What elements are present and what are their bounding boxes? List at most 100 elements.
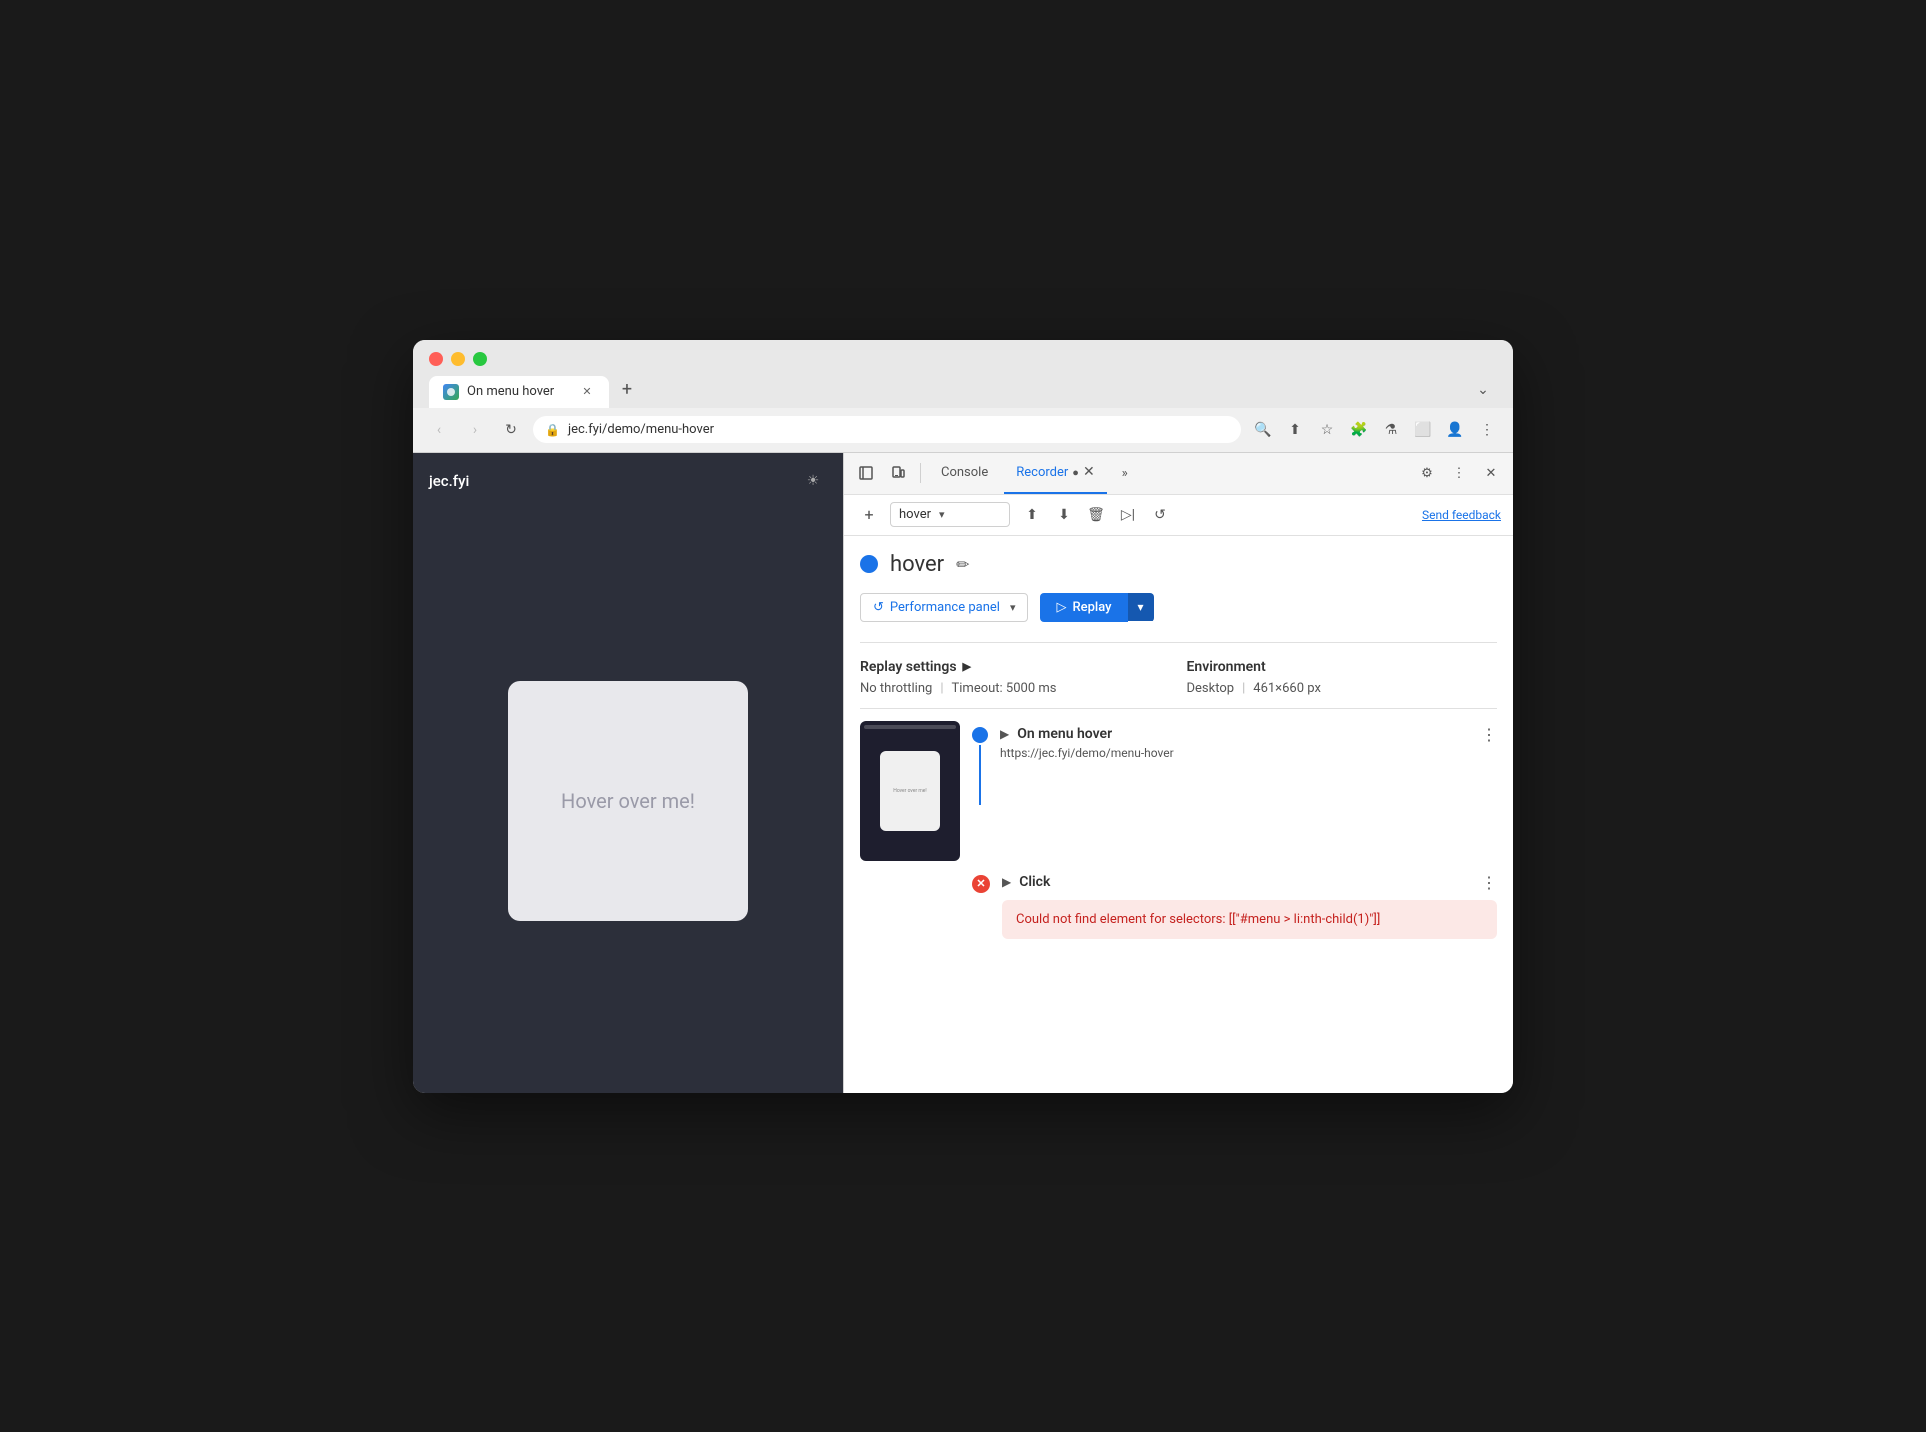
new-tab-button[interactable]: + [613,376,641,404]
share-icon[interactable]: ⬆ [1281,416,1309,444]
page-logo: jec.fyi [429,472,469,490]
thumbnail-text: Hover over me! [893,788,926,794]
perf-panel-icon: ↺ [873,600,884,615]
recorder-tab-icon: ● [1072,466,1079,479]
edit-recording-button[interactable]: ✏ [956,555,969,574]
recording-selector[interactable]: hover ▾ [890,502,1010,527]
performance-panel-button[interactable]: ↺ Performance panel ▾ [860,593,1028,622]
replay-icon: ↺ [1154,507,1166,523]
selector-chevron-icon: ▾ [939,508,945,521]
replay-chevron-button[interactable]: ▾ [1128,593,1154,621]
theme-toggle-button[interactable]: ☀ [799,467,827,495]
import-recording-button[interactable]: ⬇ [1050,501,1078,529]
thumbnail-bar [864,725,956,729]
devtools-device-button[interactable] [884,459,912,487]
refresh-button[interactable]: ↻ [497,416,525,444]
tab-favicon [443,384,459,400]
forward-button[interactable]: › [461,416,489,444]
devtools-settings-button[interactable]: ⚙ [1413,459,1441,487]
step-2-name: Click [1019,874,1050,890]
console-tab-label: Console [941,465,988,480]
step-1-more-button[interactable]: ⋮ [1481,725,1497,744]
settings-section: Replay settings ▶ No throttling | Timeou… [860,642,1497,696]
settings-icon: ⚙ [1421,466,1433,481]
step-1-title-row: ▶ On menu hover ⋮ [1000,725,1497,744]
settings-arrow-icon: ▶ [963,660,971,673]
add-recording-button[interactable]: + [856,502,882,528]
bookmark-icon[interactable]: ☆ [1313,416,1341,444]
delete-icon: 🗑 [1087,507,1105,523]
step-1-dot [972,727,988,743]
step-2-error-dot: ✕ [972,875,990,893]
more-icon: ⋮ [1453,466,1466,481]
step-1-row: Hover over me! ▶ On menu hover ⋮ [860,721,1497,861]
tab-console[interactable]: Console [929,452,1000,494]
close-button[interactable] [429,352,443,366]
address-bar: ‹ › ↻ 🔒 jec.fyi/demo/menu-hover 🔍 ⬆ ☆ 🧩 … [413,408,1513,453]
url-bar[interactable]: 🔒 jec.fyi/demo/menu-hover [533,416,1241,443]
toolbar-divider [920,463,921,483]
settings-separator: | [940,681,943,696]
error-message: Could not find element for selectors: [[… [1002,900,1497,940]
step-2-row: ✕ ▶ Click ⋮ Could not find element for s… [972,869,1497,940]
throttling-label: No throttling [860,681,932,696]
replay-main-button[interactable]: ▷ Replay [1040,593,1127,622]
step-1-expand-button[interactable]: ▶ [1000,727,1009,741]
env-separator: | [1242,681,1245,696]
perf-chevron-icon: ▾ [1010,601,1016,614]
tab-recorder[interactable]: Recorder ● ✕ [1004,452,1106,494]
env-title-text: Environment [1187,659,1266,675]
experiment-icon[interactable]: ⚗ [1377,416,1405,444]
hover-card[interactable]: Hover over me! [508,681,748,921]
settings-grid: Replay settings ▶ No throttling | Timeou… [860,659,1497,696]
replay-play-icon: ▷ [1056,600,1066,615]
send-feedback-link[interactable]: Send feedback [1422,508,1501,522]
step-2-expand-button[interactable]: ▶ [1002,875,1011,889]
tab-expand-button[interactable]: ⌄ [1469,376,1497,404]
account-icon[interactable]: 👤 [1441,416,1469,444]
extensions-icon[interactable]: 🧩 [1345,416,1373,444]
recorder-close-icon[interactable]: ✕ [1083,464,1095,480]
page-center: Hover over me! [413,509,843,1093]
address-actions: 🔍 ⬆ ☆ 🧩 ⚗ ⬜ 👤 ⋮ [1249,416,1501,444]
step-2-more-button[interactable]: ⋮ [1481,873,1497,892]
lock-icon: 🔒 [545,423,560,437]
tabs-bar: On menu hover ✕ + ⌄ [429,376,1497,408]
thumbnail-inner: Hover over me! [880,751,940,831]
step-timeline-line [979,745,981,805]
slow-replay-icon: ▷| [1121,507,1135,523]
traffic-lights [429,352,1497,366]
recording-indicator [860,555,878,573]
settings-title-text: Replay settings [860,659,957,675]
export-recording-button[interactable]: ⬆ [1018,501,1046,529]
title-bar: On menu hover ✕ + ⌄ [413,340,1513,408]
active-tab[interactable]: On menu hover ✕ [429,376,609,408]
add-icon: + [864,505,873,524]
resolution-label: 461×660 px [1253,681,1321,696]
recording-selector-name: hover [899,507,931,522]
minimize-button[interactable] [451,352,465,366]
replay-settings-title[interactable]: Replay settings ▶ [860,659,1171,675]
devtools-more-button[interactable]: ⋮ [1445,459,1473,487]
replay-icon-button[interactable]: ↺ [1146,501,1174,529]
tab-close-button[interactable]: ✕ [579,384,595,400]
steps-section: Hover over me! ▶ On menu hover ⋮ [860,708,1497,940]
step-2-title-row: ▶ Click ⋮ [1002,873,1497,892]
page-header: jec.fyi ☀ [413,453,843,509]
slow-replay-button[interactable]: ▷| [1114,501,1142,529]
maximize-button[interactable] [473,352,487,366]
back-button[interactable]: ‹ [425,416,453,444]
step-thumbnail: Hover over me! [860,721,960,861]
devtools-inspect-button[interactable] [852,459,880,487]
delete-recording-button[interactable]: 🗑 [1082,501,1110,529]
more-tabs-button[interactable]: » [1111,459,1139,487]
step-1-url: https://jec.fyi/demo/menu-hover [1000,746,1497,760]
step-2-timeline: ✕ [972,869,990,893]
browser-menu-icon[interactable]: ⋮ [1473,416,1501,444]
sidebar-icon[interactable]: ⬜ [1409,416,1437,444]
search-icon[interactable]: 🔍 [1249,416,1277,444]
devtools-close-button[interactable]: ✕ [1477,459,1505,487]
step-1-name: On menu hover [1017,726,1112,742]
import-icon: ⬇ [1058,507,1070,523]
devtools-panel: Console Recorder ● ✕ » ⚙ ⋮ ✕ [843,453,1513,1093]
